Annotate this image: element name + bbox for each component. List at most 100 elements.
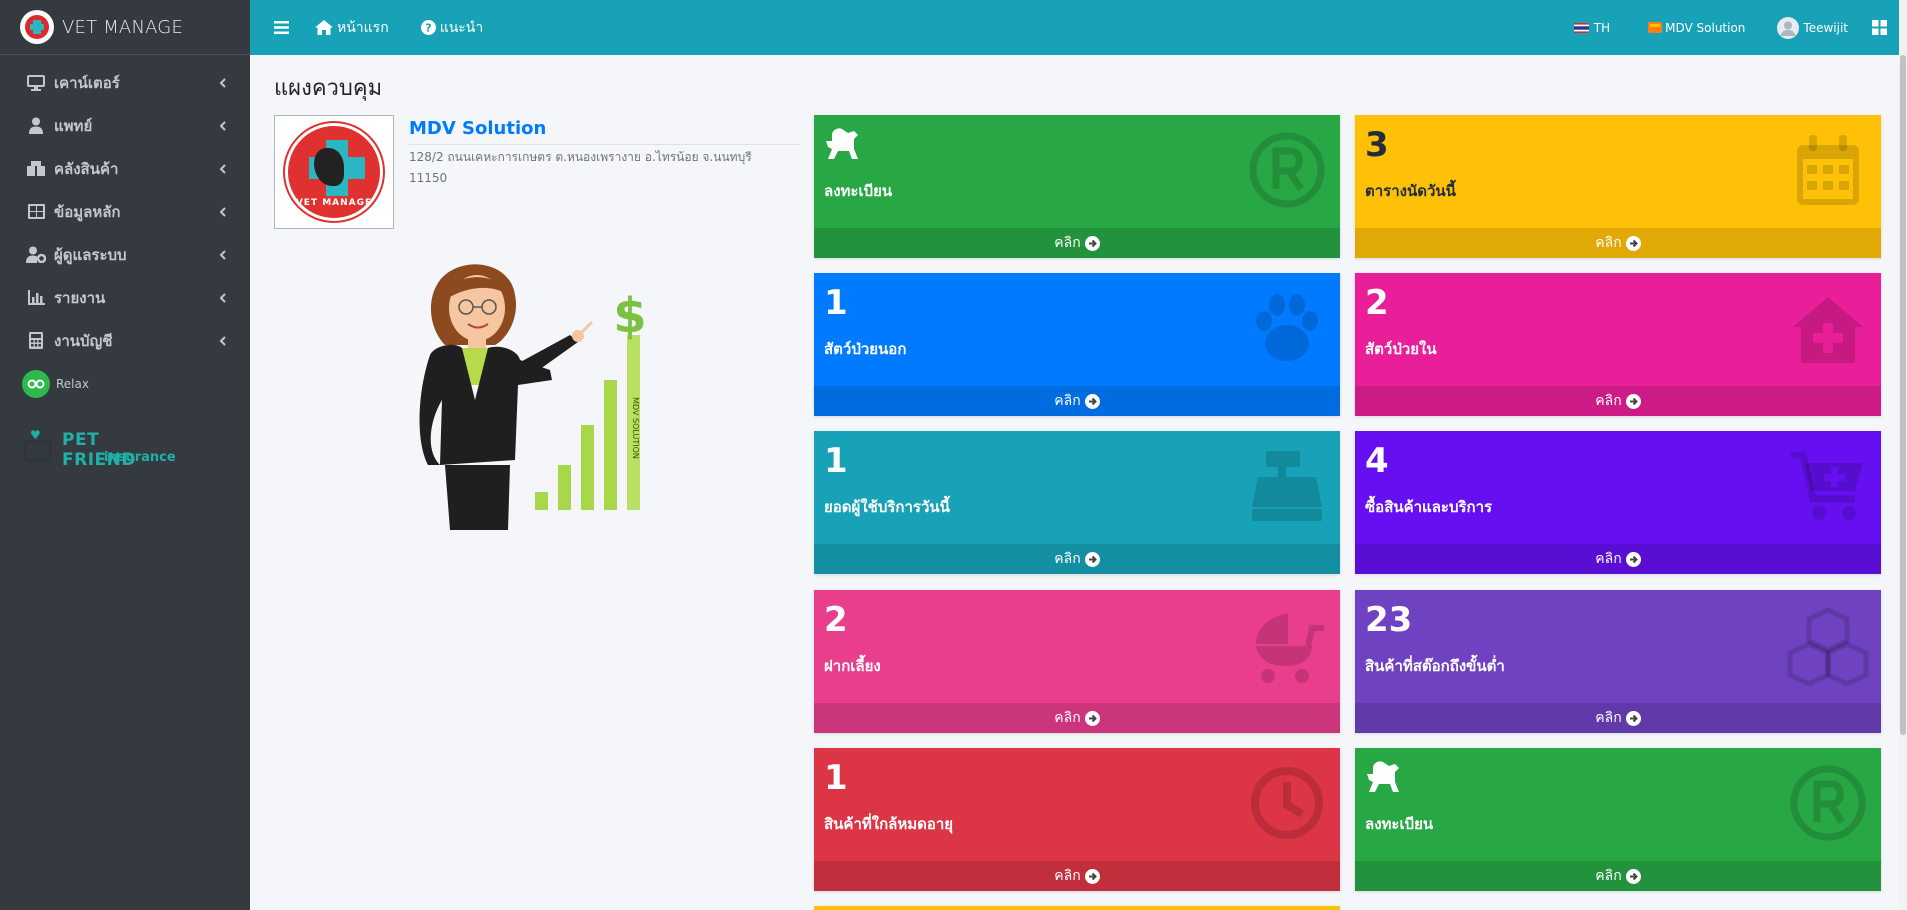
company-switcher[interactable]: MDV Solution [1648,21,1745,35]
card-label: ฝากเลี้ยง [824,657,881,675]
card-footer-link[interactable]: คลิก [814,861,1340,891]
dashboard-card[interactable]: 1 ยอดผู้ใช้บริการวันนี้คลิก [814,431,1340,574]
sidebar-item-counter[interactable]: เคาน์เตอร์ [0,61,250,104]
sidebar-item-accounting[interactable]: งานบัญชี [0,319,250,362]
dashboard-card[interactable]: 2 สัตว์ป่วยใน คลิก [1355,273,1881,416]
registered-icon [1246,129,1328,211]
card-footer-link[interactable]: คลิก [1355,861,1881,891]
clock-icon [1246,762,1328,844]
registered-icon [1787,762,1869,844]
dashboard-card[interactable]: 4 ซื้อสินค้าและบริการคลิก [1355,431,1881,574]
arrow-circle-right-icon [1625,551,1641,567]
arrow-circle-right-icon [1084,393,1100,409]
card-label: ลงทะเบียน [1365,815,1434,833]
monitor-icon [25,74,47,91]
card-footer-link[interactable]: คลิก [814,703,1340,733]
scrollbar-thumb[interactable] [1900,55,1906,735]
arrow-circle-right-icon [1625,868,1641,884]
dashboard-card[interactable]: 1 สัตว์ป่วยนอกคลิก [814,273,1340,416]
dog-icon [1365,760,1403,794]
scrollbar-track[interactable] [1899,0,1907,910]
company-icon [1648,22,1663,33]
pet-friend-insurance-logo[interactable]: ♥ PET FRIEND insurance [24,428,176,470]
logo-text: VET MANAGE [295,198,373,208]
paw-icon [1246,287,1328,369]
illustration-label: MDV SOLUTION [631,397,640,459]
company-switcher-label: MDV Solution [1665,20,1746,35]
dashboard-card[interactable]: 23 สินค้าที่สต๊อกถึงขั้นต่ำ คลิก [1355,590,1881,733]
card-value: 2 [1365,283,1389,323]
card-footer-link[interactable]: คลิก [1355,703,1881,733]
chevron-left-icon [219,77,226,88]
relax-icon [22,370,50,398]
card-footer-link[interactable]: คลิก [1355,228,1881,258]
sidebar-item-doctor[interactable]: แพทย์ [0,104,250,147]
sidebar-item-label: แพทย์ [54,116,93,135]
dashboard-card-partial[interactable] [814,906,1340,910]
card-value: 2 [824,600,848,640]
sidebar-item-master-data[interactable]: ข้อมูลหลัก [0,190,250,233]
menu-toggle-button[interactable] [274,21,289,34]
card-footer-link[interactable]: คลิก [1355,386,1881,416]
dashboard-card[interactable]: 3 ตารางนัดวันนี้ คลิก [1355,115,1881,258]
card-footer-link[interactable]: คลิก [814,386,1340,416]
card-footer-label: คลิก [1054,710,1081,726]
sidebar-item-label: รายงาน [54,288,106,307]
language-selector[interactable]: TH [1573,20,1611,35]
company-name: MDV Solution [409,118,547,139]
dashboard-card[interactable]: 2 ฝากเลี้ยงคลิก [814,590,1340,733]
arrow-circle-right-icon [1084,235,1100,251]
chevron-left-icon [219,206,226,217]
card-value: 1 [824,758,848,798]
card-label: สัตว์ป่วยนอก [824,340,907,358]
relax-link[interactable]: Relax [0,362,250,406]
card-footer-label: คลิก [1054,235,1081,251]
doctor-icon [25,117,47,134]
divider [409,144,801,145]
card-footer-link[interactable]: คลิก [814,544,1340,574]
sidebar-item-label: ผู้ดูแลระบบ [54,245,127,264]
chevron-left-icon [219,163,226,174]
card-value: 1 [824,283,848,323]
card-value: 4 [1365,441,1389,481]
grid-icon [1872,20,1887,35]
home-label: หน้าแรก [337,19,389,36]
grid-menu-button[interactable] [1872,20,1887,35]
thai-flag-icon [1573,22,1589,33]
stroller-icon [1246,604,1328,686]
cubes-icon [1787,604,1869,687]
dollar-sign-icon: $ [613,288,646,344]
sidebar-item-label: ข้อมูลหลัก [54,202,121,221]
home-icon [315,20,333,35]
arrow-circle-right-icon [1084,710,1100,726]
card-footer-link[interactable]: คลิก [814,228,1340,258]
help-label: แนะนำ [439,19,484,36]
company-logo: VET MANAGE [274,115,394,229]
pet-friend-subtitle: insurance [104,450,176,465]
top-navbar: หน้าแรก ? แนะนำ TH MDV Solution Teewijit [250,0,1907,55]
sidebar-item-report[interactable]: รายงาน [0,276,250,319]
brand-logo-icon [20,10,54,44]
brand-link[interactable]: VET MANAGE [0,0,250,55]
card-label: ยอดผู้ใช้บริการวันนี้ [824,498,950,516]
card-footer-link[interactable]: คลิก [1355,544,1881,574]
hospital-icon [1787,287,1869,369]
dashboard-card[interactable]: 1 สินค้าที่ใกล้หมดอายุ คลิก [814,748,1340,891]
language-label: TH [1593,20,1611,35]
user-menu[interactable]: Teewijit [1777,16,1848,39]
sidebar-item-inventory[interactable]: คลังสินค้า [0,147,250,190]
dashboard-card[interactable]: ลงทะเบียนคลิก [814,115,1340,258]
card-value: 23 [1365,600,1413,640]
help-link[interactable]: ? แนะนำ [420,17,484,39]
card-label: ตารางนัดวันนี้ [1365,182,1456,200]
businesswoman-illustration: MDV SOLUTION $ [419,264,647,530]
card-label: ลงทะเบียน [824,182,893,200]
chevron-left-icon [219,249,226,260]
home-link[interactable]: หน้าแรก [315,17,389,39]
card-footer-label: คลิก [1595,235,1622,251]
card-footer-label: คลิก [1595,868,1622,884]
card-value: 1 [824,441,848,481]
card-label: ซื้อสินค้าและบริการ [1365,498,1493,516]
sidebar-item-admin[interactable]: ผู้ดูแลระบบ [0,233,250,276]
dashboard-card[interactable]: ลงทะเบียนคลิก [1355,748,1881,891]
